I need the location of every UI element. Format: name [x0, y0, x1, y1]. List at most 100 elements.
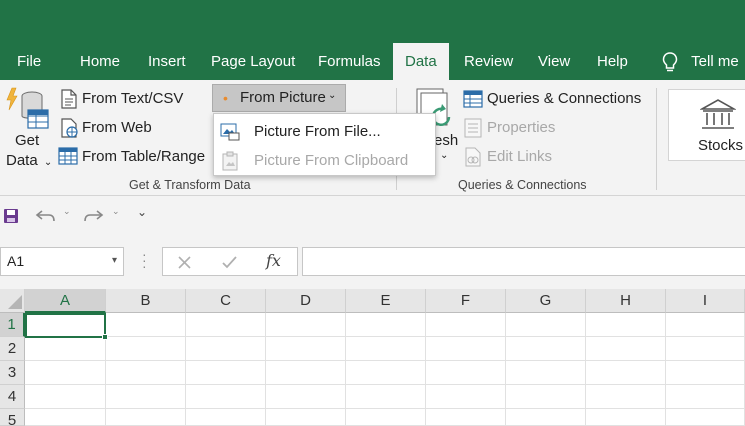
- grid-cell[interactable]: [426, 313, 506, 337]
- grid-cell[interactable]: [106, 409, 186, 426]
- column-header[interactable]: E: [346, 289, 426, 313]
- name-box[interactable]: A1 ▾: [0, 247, 124, 276]
- grid-cell[interactable]: [426, 337, 506, 361]
- refresh-all-button[interactable]: esh: [434, 132, 458, 149]
- column-header[interactable]: H: [586, 289, 666, 313]
- grid-cell[interactable]: [426, 409, 506, 426]
- grid-cell[interactable]: [666, 313, 745, 337]
- grid-cell[interactable]: [346, 385, 426, 409]
- customize-qat-icon[interactable]: ⌄: [137, 205, 147, 219]
- text-file-icon: [60, 89, 78, 114]
- grid-cell[interactable]: [106, 313, 186, 337]
- tab-insert[interactable]: Insert: [148, 43, 186, 80]
- grid-cell[interactable]: [106, 361, 186, 385]
- redo-dropdown-icon[interactable]: ⌄: [112, 206, 120, 217]
- grid-cell[interactable]: [506, 313, 586, 337]
- grid-cell[interactable]: [25, 337, 106, 361]
- grid-cell[interactable]: [586, 385, 666, 409]
- grid-cell[interactable]: [666, 337, 745, 361]
- grid-cell[interactable]: [266, 337, 346, 361]
- stocks-button[interactable]: Stocks: [668, 89, 745, 161]
- tab-file[interactable]: File: [17, 43, 41, 80]
- grid-cell[interactable]: [666, 409, 745, 426]
- grid-cell[interactable]: [25, 409, 106, 426]
- grid-cell[interactable]: [666, 385, 745, 409]
- from-web-button[interactable]: From Web: [82, 119, 152, 136]
- row-header[interactable]: 5: [0, 409, 25, 426]
- clipboard-icon: [222, 151, 238, 171]
- grid-cell[interactable]: [666, 361, 745, 385]
- column-header[interactable]: C: [186, 289, 266, 313]
- grid-cell[interactable]: [506, 361, 586, 385]
- formula-input[interactable]: [302, 247, 745, 276]
- from-text-csv-button[interactable]: From Text/CSV: [82, 90, 183, 107]
- grid-cell[interactable]: [426, 361, 506, 385]
- grid-cell[interactable]: [186, 313, 266, 337]
- grid-cell[interactable]: [346, 361, 426, 385]
- tab-review[interactable]: Review: [464, 43, 513, 80]
- properties-button[interactable]: Properties: [487, 119, 555, 136]
- grid-cell[interactable]: [346, 337, 426, 361]
- get-data-button[interactable]: Data ⌄: [6, 152, 52, 169]
- chevron-down-icon[interactable]: ⌄: [440, 150, 448, 161]
- grid-cell[interactable]: [346, 409, 426, 426]
- grid-cell[interactable]: [266, 313, 346, 337]
- tab-data[interactable]: Data: [393, 43, 449, 80]
- row-header[interactable]: 3: [0, 361, 25, 385]
- tab-view[interactable]: View: [538, 43, 570, 80]
- grid-cell[interactable]: [586, 337, 666, 361]
- grid-cell[interactable]: [586, 409, 666, 426]
- undo-icon[interactable]: [35, 208, 57, 224]
- enter-check-icon[interactable]: [221, 255, 238, 270]
- grid-cell[interactable]: [426, 385, 506, 409]
- grid-cell[interactable]: [186, 409, 266, 426]
- grid-cell[interactable]: [346, 313, 426, 337]
- grid-cell[interactable]: [506, 385, 586, 409]
- insert-function-icon[interactable]: fx: [266, 251, 281, 270]
- row-header[interactable]: 1: [0, 313, 25, 337]
- column-header[interactable]: D: [266, 289, 346, 313]
- column-header[interactable]: B: [106, 289, 186, 313]
- column-header[interactable]: F: [426, 289, 506, 313]
- redo-icon[interactable]: [82, 208, 104, 224]
- cancel-icon[interactable]: [177, 255, 192, 270]
- grid-cell[interactable]: [186, 337, 266, 361]
- grid-cell[interactable]: [266, 385, 346, 409]
- tell-me-search[interactable]: Tell me: [661, 43, 739, 80]
- active-cell-a1[interactable]: [25, 313, 108, 340]
- grid-cell[interactable]: [25, 361, 106, 385]
- grid-cell[interactable]: [106, 337, 186, 361]
- get-data-label: Data: [6, 152, 38, 169]
- vertical-dots-icon[interactable]: · · ·: [142, 247, 147, 273]
- get-data-button-line1[interactable]: Get: [15, 132, 39, 149]
- tab-help[interactable]: Help: [597, 43, 628, 80]
- grid-cell[interactable]: [506, 337, 586, 361]
- grid-cell[interactable]: [106, 385, 186, 409]
- row-header[interactable]: 4: [0, 385, 25, 409]
- grid-cell[interactable]: [186, 385, 266, 409]
- from-table-range-button[interactable]: From Table/Range: [82, 148, 205, 165]
- row-header[interactable]: 2: [0, 337, 25, 361]
- save-icon[interactable]: [3, 208, 19, 224]
- from-picture-button[interactable]: • From Picture ⌄: [212, 84, 346, 112]
- edit-links-button[interactable]: Edit Links: [487, 148, 552, 165]
- grid-cell[interactable]: [506, 409, 586, 426]
- column-header[interactable]: A: [25, 289, 106, 313]
- grid-cell[interactable]: [586, 361, 666, 385]
- grid-cell[interactable]: [25, 385, 106, 409]
- grid-cell[interactable]: [266, 361, 346, 385]
- picture-from-clipboard-item[interactable]: Picture From Clipboard: [214, 146, 435, 175]
- picture-from-file-item[interactable]: Picture From File...: [214, 117, 435, 146]
- undo-dropdown-icon[interactable]: ⌄: [63, 206, 71, 217]
- fill-handle[interactable]: [102, 334, 108, 340]
- tab-formulas[interactable]: Formulas: [318, 43, 381, 80]
- queries-connections-button[interactable]: Queries & Connections: [487, 90, 641, 107]
- grid-cell[interactable]: [266, 409, 346, 426]
- tab-page-layout[interactable]: Page Layout: [211, 43, 295, 80]
- grid-cell[interactable]: [586, 313, 666, 337]
- column-header[interactable]: I: [666, 289, 745, 313]
- grid-cell[interactable]: [186, 361, 266, 385]
- column-header[interactable]: G: [506, 289, 586, 313]
- tab-home[interactable]: Home: [80, 43, 120, 80]
- select-all-corner[interactable]: [0, 289, 25, 313]
